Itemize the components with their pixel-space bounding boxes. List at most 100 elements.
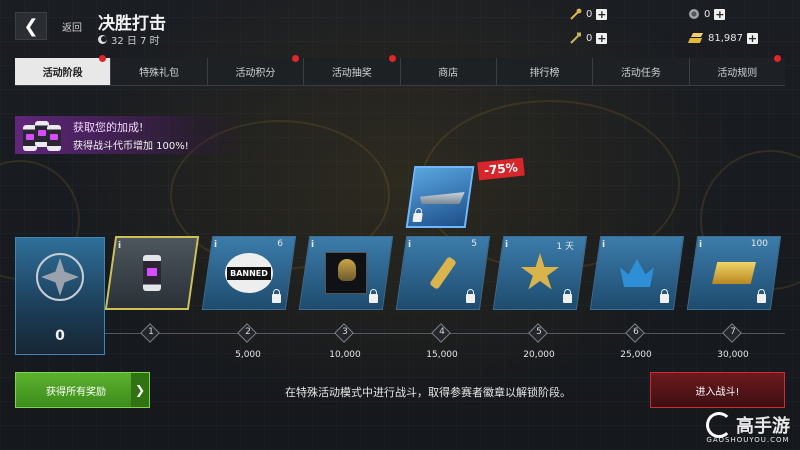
tab-shop[interactable]: 商店 xyxy=(401,58,497,85)
info-icon[interactable]: i xyxy=(602,240,605,250)
tab-bar: 活动阶段 特殊礼包 活动积分 活动抽奖 商店 排行榜 活动任务 活动规则 xyxy=(15,55,785,86)
reward-count: 5 xyxy=(471,239,477,249)
stage-threshold: 20,000 xyxy=(523,350,555,360)
info-icon[interactable]: i xyxy=(408,240,411,250)
reward-card[interactable]: i 1 天 xyxy=(492,236,588,310)
reward-count: 100 xyxy=(750,239,768,249)
notification-dot xyxy=(774,55,781,62)
stage-number: 6 xyxy=(633,327,639,337)
gold-bar-icon xyxy=(712,262,756,284)
info-icon[interactable]: i xyxy=(505,240,508,250)
crown-icon xyxy=(620,259,654,287)
tab-label: 活动任务 xyxy=(620,68,661,79)
stage-number: 1 xyxy=(148,327,154,337)
reward-card[interactable]: i 100 xyxy=(686,236,782,310)
tab-event-rules[interactable]: 活动规则 xyxy=(690,55,785,85)
tab-event-points[interactable]: 活动积分 xyxy=(208,55,305,85)
enter-battle-button[interactable]: 进入战斗! xyxy=(650,372,785,408)
currency-value: 0 xyxy=(704,8,711,20)
event-level: 0 xyxy=(15,237,105,355)
add-currency-button[interactable]: + xyxy=(747,32,758,44)
currency-value: 81,987 xyxy=(708,32,743,44)
commander-portrait-icon xyxy=(325,252,367,294)
info-icon[interactable]: i xyxy=(311,240,314,250)
stage-number: 7 xyxy=(730,327,736,337)
reward-count: 6 xyxy=(277,239,283,249)
back-label[interactable]: 返回 xyxy=(62,19,82,34)
stage-number: 2 xyxy=(245,327,251,337)
claim-all-button[interactable]: 获得所有奖励 ❯ xyxy=(15,372,150,408)
currency-value: 0 xyxy=(586,8,593,20)
token-cans-icon xyxy=(15,115,67,155)
info-icon[interactable]: i xyxy=(699,240,702,250)
tab-label: 排行榜 xyxy=(529,68,560,79)
stage-number: 3 xyxy=(342,327,348,337)
silver-token-icon xyxy=(689,9,699,19)
claim-all-label: 获得所有奖励 xyxy=(46,386,106,398)
watermark-brand: 高手游 xyxy=(736,416,790,437)
reward-card[interactable]: i 5 xyxy=(395,236,491,310)
reward-card[interactable]: i xyxy=(104,236,200,310)
notification-dot xyxy=(292,55,300,62)
chevron-right-icon: ❯ xyxy=(131,373,149,407)
bonus-banner[interactable]: 获取您的加成! 获得战斗代币增加 100%! xyxy=(15,116,245,154)
token-can-icon xyxy=(143,255,161,291)
wrench-key-icon xyxy=(570,8,582,20)
stage-threshold: 25,000 xyxy=(620,350,652,360)
reward-card[interactable]: i xyxy=(589,236,685,310)
moon-clock-icon xyxy=(98,35,107,44)
featured-reward[interactable] xyxy=(405,166,475,228)
banned-badge-icon: BANNED xyxy=(225,253,273,293)
stage-threshold: 10,000 xyxy=(329,350,361,360)
reward-card[interactable]: i xyxy=(298,236,394,310)
currency-value: 0 xyxy=(586,32,593,44)
tab-event-lottery[interactable]: 活动抽奖 xyxy=(304,55,401,85)
event-timer: 32 日 7 时 xyxy=(98,32,160,47)
timer-text: 32 日 7 时 xyxy=(111,36,160,47)
currency-match-key: 0 + xyxy=(570,8,608,20)
level-value: 0 xyxy=(55,328,65,344)
add-currency-button[interactable]: + xyxy=(596,32,608,44)
stage-threshold: 5,000 xyxy=(235,350,261,360)
bonus-description: 获得战斗代币增加 100%! xyxy=(73,140,189,152)
tab-event-stages[interactable]: 活动阶段 xyxy=(15,55,112,85)
tab-leaderboard[interactable]: 排行榜 xyxy=(497,58,594,85)
tab-label: 特殊礼包 xyxy=(139,68,180,79)
watermark: 高手游 GAOSHOUYOU.COM xyxy=(706,412,790,444)
lock-icon xyxy=(563,294,572,303)
lock-icon xyxy=(660,294,669,303)
stage-threshold: 15,000 xyxy=(426,350,458,360)
chevron-left-icon: ❮ xyxy=(23,15,39,37)
enter-battle-label: 进入战斗! xyxy=(695,386,740,398)
bonus-title: 获取您的加成! xyxy=(73,120,144,134)
lock-icon xyxy=(757,294,766,303)
tab-label: 活动积分 xyxy=(235,68,276,79)
star-badge-icon xyxy=(520,253,560,293)
currency-gold: 81,987 + xyxy=(688,32,758,44)
add-currency-button[interactable]: + xyxy=(596,8,608,20)
back-button[interactable]: ❮ xyxy=(15,12,47,40)
currency-boost-key: 0 + xyxy=(570,32,608,44)
lock-icon xyxy=(412,213,423,222)
tab-label: 活动规则 xyxy=(717,68,758,79)
reward-count: 1 天 xyxy=(556,242,574,252)
tab-special-packs[interactable]: 特殊礼包 xyxy=(111,58,208,85)
reward-card[interactable]: i 6 BANNED xyxy=(201,236,297,310)
add-currency-button[interactable]: + xyxy=(714,8,726,20)
info-icon[interactable]: i xyxy=(118,241,121,251)
lock-icon xyxy=(466,294,475,303)
stage-number: 4 xyxy=(439,327,445,337)
info-icon[interactable]: i xyxy=(214,240,217,250)
tab-event-tasks[interactable]: 活动任务 xyxy=(593,58,690,85)
tab-label: 活动阶段 xyxy=(42,68,83,79)
lock-icon xyxy=(369,294,378,303)
stage-number: 5 xyxy=(536,327,542,337)
notification-dot xyxy=(388,55,396,62)
event-title: 决胜打击 xyxy=(98,14,166,34)
currency-silver-token: 0 + xyxy=(688,8,726,20)
boost-key-icon xyxy=(570,32,581,44)
watermark-domain: GAOSHOUYOU.COM xyxy=(706,436,790,444)
warship-icon xyxy=(419,192,465,204)
gaoshouyou-logo-icon xyxy=(706,412,732,438)
stage-threshold: 30,000 xyxy=(717,350,749,360)
